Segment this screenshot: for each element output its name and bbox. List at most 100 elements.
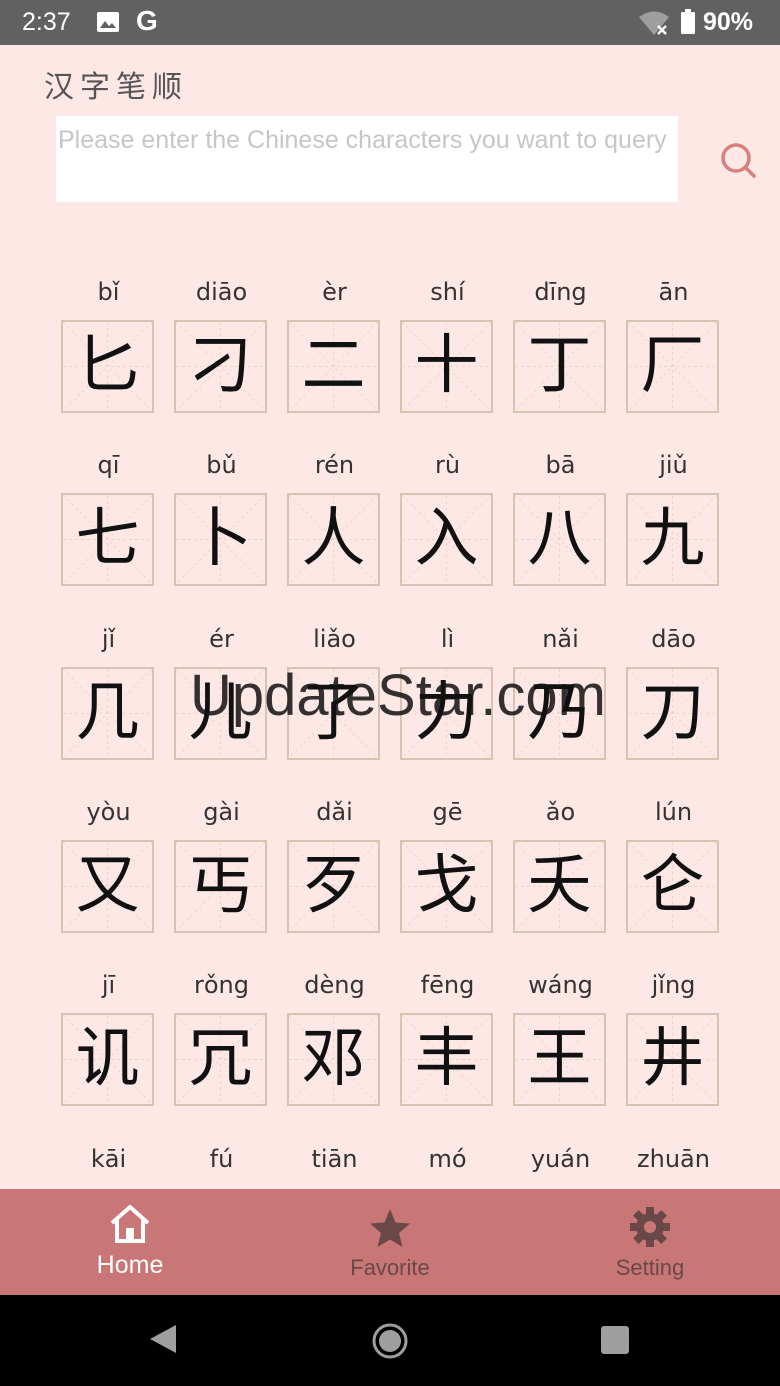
character-box[interactable]: 讥 bbox=[61, 1013, 154, 1107]
pinyin-label: fú bbox=[209, 1144, 234, 1173]
character-box[interactable]: 邓 bbox=[287, 1013, 380, 1107]
character-box[interactable]: 刁 bbox=[174, 320, 267, 413]
character-cell[interactable]: bǐ 匕 bbox=[52, 270, 165, 430]
hanzi-character: 人 bbox=[301, 502, 366, 577]
character-cell[interactable]: dīng 丁 bbox=[504, 270, 617, 430]
pinyin-label: yuán bbox=[530, 1144, 591, 1173]
search-input[interactable]: Please enter the Chinese characters you … bbox=[56, 116, 678, 202]
hanzi-character: 戈 bbox=[414, 848, 479, 923]
character-cell[interactable]: wáng 王 bbox=[504, 963, 617, 1123]
wifi-icon bbox=[638, 10, 670, 40]
hanzi-character: 讥 bbox=[75, 1022, 140, 1097]
character-cell[interactable]: bǔ 卜 bbox=[165, 443, 278, 603]
character-cell[interactable]: qī 七 bbox=[52, 443, 165, 603]
pinyin-label: dǎi bbox=[316, 797, 353, 826]
character-cell[interactable]: jī 讥 bbox=[52, 963, 165, 1123]
pinyin-label: nǎi bbox=[542, 624, 579, 653]
character-box[interactable]: 七 bbox=[61, 493, 154, 587]
bottom-nav: Home Favorite Setting bbox=[0, 1189, 780, 1295]
character-box[interactable]: 戈 bbox=[400, 839, 493, 933]
character-cell[interactable]: jiǔ 九 bbox=[617, 443, 730, 603]
nav-home[interactable]: Home bbox=[0, 1189, 260, 1295]
pinyin-label: gài bbox=[203, 797, 240, 826]
hanzi-character: 王 bbox=[527, 1022, 592, 1097]
recents-icon[interactable] bbox=[600, 1325, 630, 1359]
system-nav-bar bbox=[0, 1295, 780, 1386]
character-cell[interactable]: èr 二 bbox=[278, 270, 391, 430]
nav-favorite-label: Favorite bbox=[350, 1255, 430, 1280]
system-home-icon[interactable] bbox=[372, 1323, 408, 1363]
character-cell[interactable]: shí 十 bbox=[391, 270, 504, 430]
character-cell[interactable]: yòu 又 bbox=[52, 790, 165, 950]
pinyin-label: ér bbox=[209, 624, 234, 653]
pinyin-label: jiǔ bbox=[659, 451, 688, 480]
character-box[interactable]: 几 bbox=[61, 666, 154, 760]
character-box[interactable]: 歹 bbox=[287, 839, 380, 933]
hanzi-character: 丁 bbox=[527, 329, 592, 403]
character-cell[interactable]: fēng 丰 bbox=[391, 963, 504, 1123]
character-cell[interactable]: gē 戈 bbox=[391, 790, 504, 950]
character-cell[interactable]: rù 入 bbox=[391, 443, 504, 603]
pinyin-label: bǐ bbox=[97, 278, 120, 306]
character-cell[interactable]: dāo 刀 bbox=[617, 617, 730, 777]
pinyin-label: zhuān bbox=[637, 1144, 710, 1173]
pinyin-label: tiān bbox=[311, 1144, 358, 1173]
character-box[interactable]: 仑 bbox=[626, 839, 719, 933]
character-cell[interactable]: diāo 刁 bbox=[165, 270, 278, 430]
pinyin-label: qī bbox=[97, 451, 120, 480]
character-box[interactable]: 卜 bbox=[174, 493, 267, 587]
character-box[interactable]: 入 bbox=[400, 493, 493, 587]
character-cell[interactable]: gài 丐 bbox=[165, 790, 278, 950]
nav-favorite[interactable]: Favorite bbox=[260, 1189, 520, 1295]
back-icon[interactable] bbox=[148, 1323, 178, 1359]
character-box[interactable]: 井 bbox=[626, 1013, 719, 1107]
status-time: 2:37 bbox=[22, 8, 71, 36]
character-box[interactable]: 八 bbox=[513, 493, 606, 587]
character-cell[interactable]: jǐng 井 bbox=[617, 963, 730, 1123]
character-box[interactable]: 九 bbox=[626, 493, 719, 587]
pinyin-label: dèng bbox=[304, 971, 365, 1000]
character-cell[interactable]: jǐ 几 bbox=[52, 617, 165, 777]
pinyin-label: rén bbox=[314, 451, 355, 480]
character-box[interactable]: 丐 bbox=[174, 839, 267, 933]
character-cell[interactable]: lún 仑 bbox=[617, 790, 730, 950]
pinyin-label: gē bbox=[432, 797, 463, 826]
pinyin-label: yòu bbox=[86, 797, 131, 826]
character-cell[interactable]: ān 厂 bbox=[617, 270, 730, 430]
watermark: UpdateStar.com bbox=[190, 663, 606, 728]
pinyin-label: ān bbox=[658, 278, 689, 306]
character-box[interactable]: 丰 bbox=[400, 1013, 493, 1107]
character-box[interactable]: 又 bbox=[61, 839, 154, 933]
character-box[interactable]: 十 bbox=[400, 320, 493, 413]
character-cell[interactable]: rén 人 bbox=[278, 443, 391, 603]
character-cell[interactable]: ǎo 夭 bbox=[504, 790, 617, 950]
character-cell[interactable]: dǎi 歹 bbox=[278, 790, 391, 950]
pinyin-label: liǎo bbox=[313, 624, 356, 653]
hanzi-character: 井 bbox=[640, 1022, 705, 1097]
search-icon[interactable] bbox=[718, 140, 758, 184]
pinyin-label: bǔ bbox=[206, 451, 237, 480]
character-box[interactable]: 刀 bbox=[626, 666, 719, 760]
pinyin-label: kāi bbox=[90, 1144, 127, 1173]
character-box[interactable]: 丁 bbox=[513, 320, 606, 413]
character-box[interactable]: 厂 bbox=[626, 320, 719, 413]
status-bar: 2:37 G 90% bbox=[0, 0, 780, 45]
nav-setting-label: Setting bbox=[615, 1255, 685, 1280]
hanzi-character: 丰 bbox=[414, 1022, 479, 1097]
gear-icon bbox=[628, 1205, 672, 1253]
character-box[interactable]: 二 bbox=[287, 320, 380, 413]
pinyin-label: mó bbox=[428, 1144, 467, 1173]
nav-setting[interactable]: Setting bbox=[520, 1189, 780, 1295]
character-box[interactable]: 夭 bbox=[513, 839, 606, 933]
character-box[interactable]: 匕 bbox=[61, 320, 154, 413]
character-cell[interactable]: dèng 邓 bbox=[278, 963, 391, 1123]
pinyin-label: dīng bbox=[534, 278, 587, 306]
character-cell[interactable]: rǒng 冗 bbox=[165, 963, 278, 1123]
character-cell[interactable]: bā 八 bbox=[504, 443, 617, 603]
nav-home-label: Home bbox=[96, 1251, 164, 1279]
character-box[interactable]: 王 bbox=[513, 1013, 606, 1107]
hanzi-character: 几 bbox=[75, 675, 140, 750]
character-box[interactable]: 人 bbox=[287, 493, 380, 587]
character-box[interactable]: 冗 bbox=[174, 1013, 267, 1107]
battery-percent: 90% bbox=[703, 8, 754, 36]
